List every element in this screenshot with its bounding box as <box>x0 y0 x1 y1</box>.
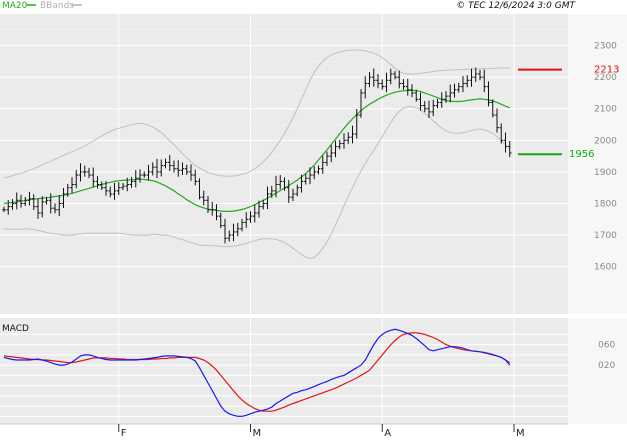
legend-bbands-label: BBands <box>40 1 74 11</box>
macd-panel: 060 020 MACD <box>0 318 627 424</box>
chart-stage: MA20 BBands © TEC 12/6/2024 3:0 GMT 2300… <box>0 0 627 440</box>
x-axis-ticks: FMAMJ <box>118 424 525 439</box>
price-plot-area <box>0 14 568 314</box>
macd-title: MACD <box>2 324 29 334</box>
price-tick-label: 2000 <box>594 136 617 146</box>
x-tick-label: M <box>516 428 525 439</box>
x-tick-label: F <box>121 428 127 439</box>
x-axis: FMAMJ <box>0 423 568 439</box>
chart-legend: MA20 BBands <box>2 1 82 11</box>
legend-ma20-label: MA20 <box>2 1 28 11</box>
stock-chart: MA20 BBands © TEC 12/6/2024 3:0 GMT 2300… <box>0 1 627 439</box>
x-tick-label: A <box>384 428 391 439</box>
price-tick-label: 2100 <box>594 105 617 115</box>
price-tick-label: 1800 <box>594 199 617 209</box>
price-panel: 23002200210020001900180017001600 2213195… <box>0 14 627 314</box>
level-label-1956: 1956 <box>569 149 594 160</box>
x-tick-label: M <box>253 428 262 439</box>
price-tick-label: 2300 <box>594 42 617 52</box>
copyright-text: © TEC 12/6/2024 3:0 GMT <box>456 1 576 11</box>
macd-tick-label: 060 <box>598 341 615 351</box>
price-tick-label: 1700 <box>594 231 617 241</box>
level-label-2213: 2213 <box>594 65 619 76</box>
price-tick-label: 1900 <box>594 168 617 178</box>
macd-tick-label: 020 <box>598 361 615 371</box>
price-tick-label: 1600 <box>594 263 617 273</box>
